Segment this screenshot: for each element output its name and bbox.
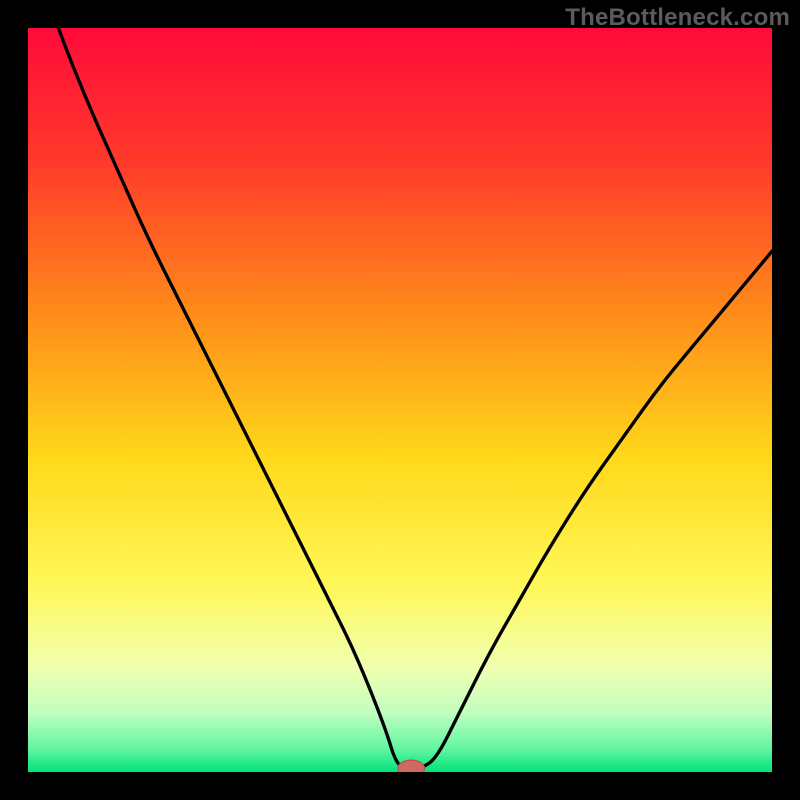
optimum-marker	[398, 760, 425, 772]
bottleneck-chart	[28, 28, 772, 772]
chart-frame: TheBottleneck.com	[0, 0, 800, 800]
chart-background	[28, 28, 772, 772]
